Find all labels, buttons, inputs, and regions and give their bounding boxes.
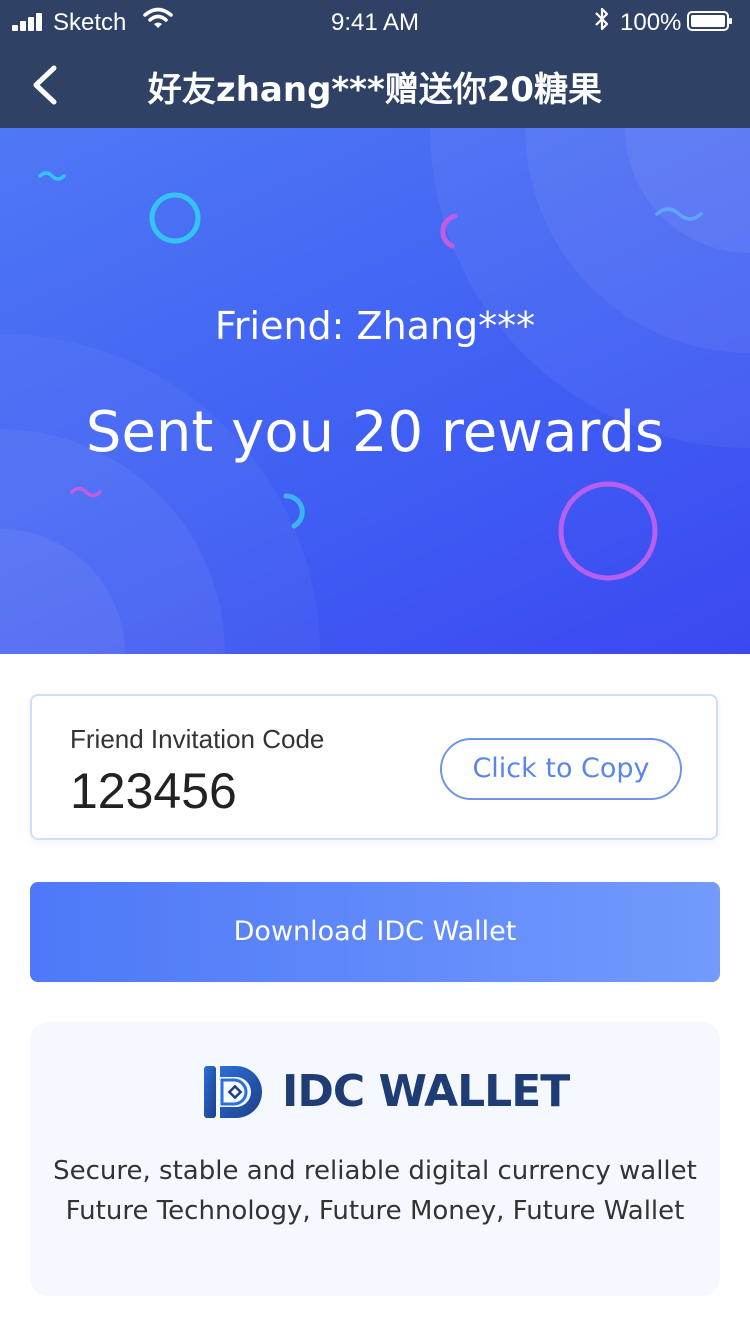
brand-name: IDC WALLET bbox=[282, 1066, 570, 1117]
battery-percent: 100% bbox=[620, 9, 682, 36]
download-wallet-button[interactable]: Download IDC Wallet bbox=[30, 882, 720, 982]
invitation-code-card: Friend Invitation Code 123456 Click to C… bbox=[30, 694, 718, 840]
battery-icon bbox=[687, 11, 732, 31]
invitation-code-label: Friend Invitation Code bbox=[70, 724, 325, 754]
brand-info-card: IDC WALLET Secure, stable and reliable d… bbox=[30, 1022, 720, 1296]
invitation-code-value: 123456 bbox=[70, 763, 237, 819]
app-header: Sketch 9:41 AM 100% 好友zhang***赠送你20糖果 bbox=[0, 0, 750, 128]
banner-decoration bbox=[0, 128, 750, 654]
reward-banner: Friend: Zhang*** Sent you 20 rewards bbox=[0, 128, 750, 654]
copy-code-button[interactable]: Click to Copy bbox=[440, 738, 682, 800]
idc-logo-icon bbox=[204, 1066, 262, 1118]
navigation-bar: 好友zhang***赠送你20糖果 bbox=[0, 44, 750, 128]
brand-tagline-2: Future Technology, Future Money, Future … bbox=[65, 1196, 685, 1226]
friend-name: Friend: Zhang*** bbox=[214, 304, 536, 348]
status-bar: Sketch 9:41 AM 100% bbox=[0, 0, 750, 44]
reward-headline: Sent you 20 rewards bbox=[85, 400, 665, 465]
bluetooth-icon bbox=[595, 7, 609, 31]
page-title: 好友zhang***赠送你20糖果 bbox=[147, 70, 603, 110]
brand-tagline-1: Secure, stable and reliable digital curr… bbox=[53, 1156, 697, 1186]
